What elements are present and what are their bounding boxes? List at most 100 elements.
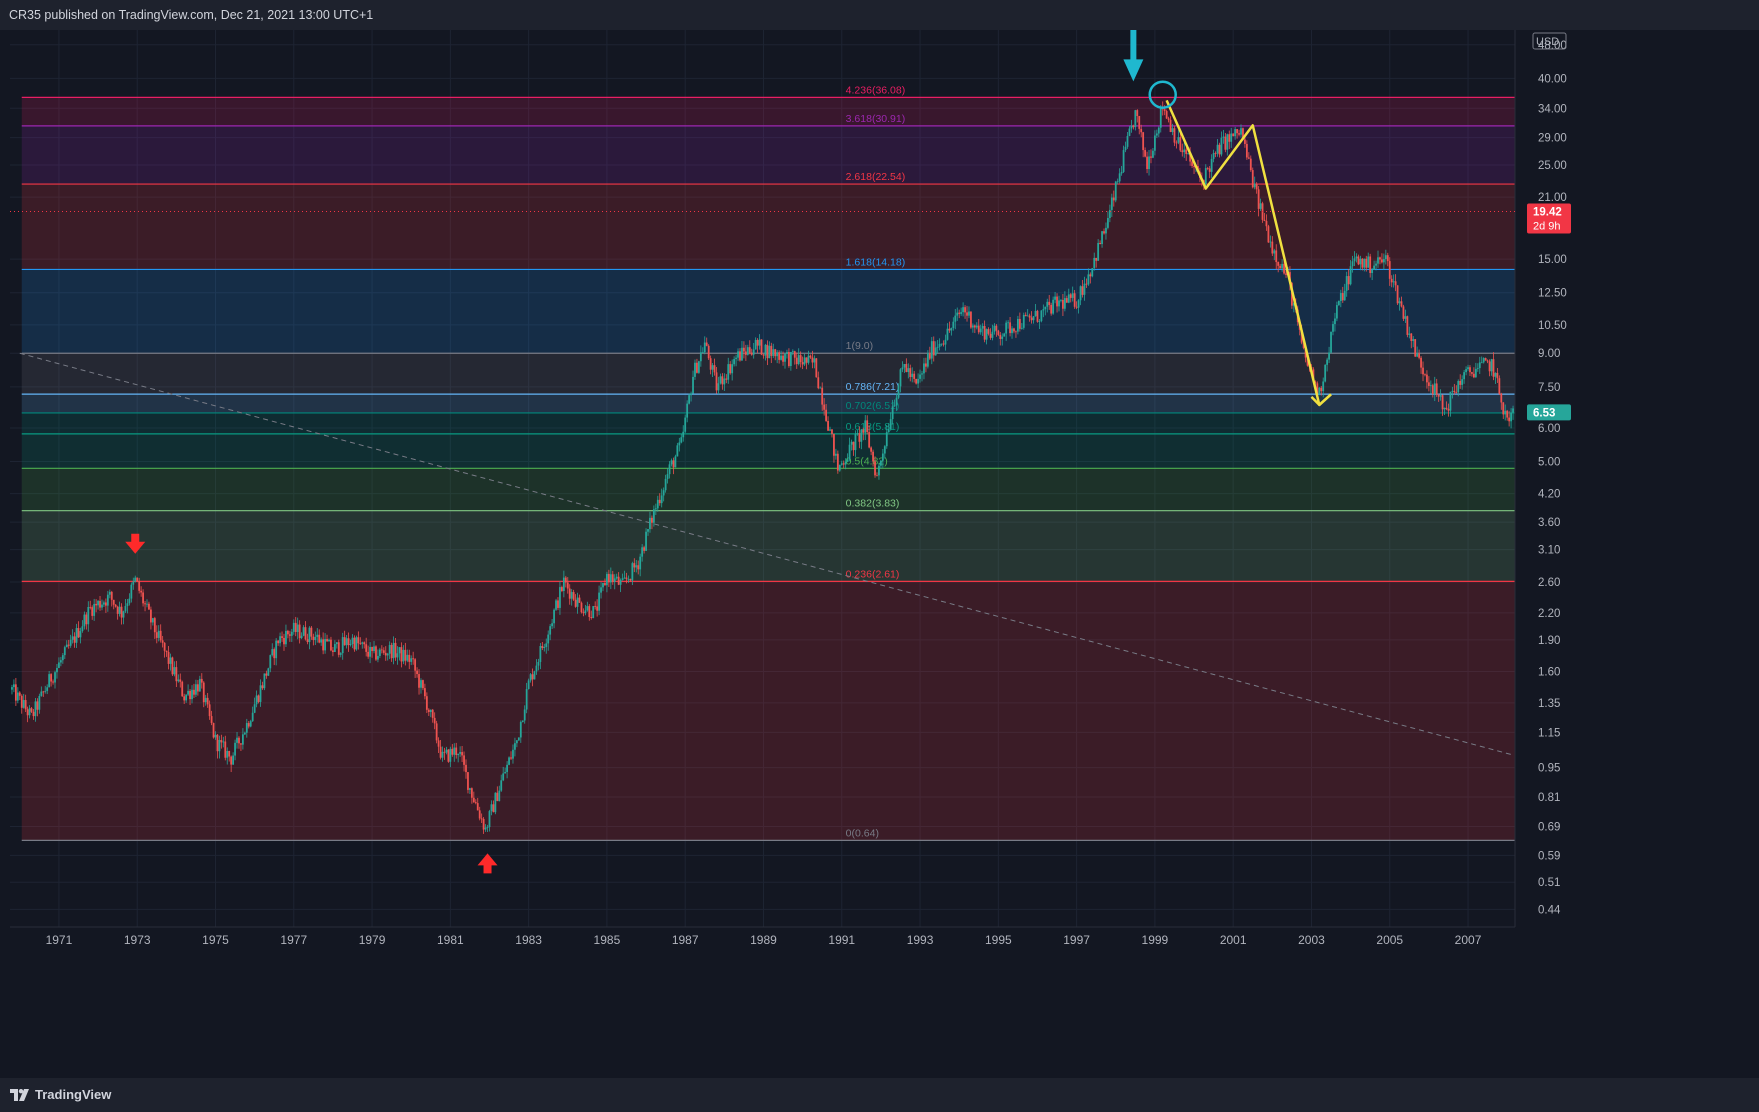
candle-body — [932, 341, 935, 356]
candle-body — [981, 325, 984, 329]
candle-body — [517, 737, 520, 741]
candle-body — [308, 627, 311, 643]
y-tick-label: 2.60 — [1538, 577, 1560, 589]
candle-body — [470, 788, 473, 798]
candle-body — [453, 747, 456, 755]
candle-body — [65, 644, 68, 648]
candle-body — [1271, 241, 1274, 254]
candle-body — [1455, 392, 1458, 393]
candle-body — [1465, 369, 1467, 373]
candle-body — [226, 750, 229, 758]
candle-body — [1083, 283, 1086, 295]
candle-body — [1492, 359, 1495, 377]
candle — [580, 601, 583, 614]
candle-body — [838, 464, 841, 471]
candle-body — [424, 688, 426, 697]
candle-body — [958, 312, 961, 314]
candle-body — [1081, 286, 1084, 295]
candle-body — [1398, 301, 1401, 304]
candle-body — [1244, 139, 1246, 144]
candle-body — [733, 359, 736, 365]
candle-body — [878, 465, 880, 476]
candle-body — [171, 657, 174, 675]
candle-body — [1388, 261, 1391, 279]
candle-body — [148, 603, 150, 610]
candle-body — [1157, 127, 1160, 134]
candlestick-chart[interactable]: 0(0.64)0.236(2.61)0.382(3.83)0.5(4.82)0.… — [10, 30, 1759, 1078]
candle-body — [743, 347, 745, 352]
candle-body — [917, 378, 919, 384]
candle — [1402, 304, 1405, 321]
candle-body — [684, 417, 687, 432]
candle-body — [666, 474, 669, 479]
candle-body — [643, 547, 645, 551]
publish-header: CR35 published on TradingView.com, Dec 2… — [0, 0, 1759, 30]
candle-body — [349, 643, 352, 646]
candle-body — [557, 600, 559, 608]
candle-body — [1349, 266, 1352, 285]
candle-body — [474, 802, 477, 804]
candle-body — [435, 723, 438, 741]
candle-body — [351, 637, 354, 644]
candle — [1261, 201, 1264, 223]
candle — [353, 635, 356, 652]
candle-body — [1355, 256, 1358, 259]
candle-body — [553, 609, 555, 624]
candle-body — [1494, 372, 1497, 377]
candle-body — [179, 679, 182, 682]
candle-body — [267, 668, 270, 676]
candle-body — [1375, 263, 1377, 266]
candle-body — [339, 653, 342, 655]
x-tick-label: 1977 — [280, 933, 307, 947]
tradingview-logo-icon — [10, 1088, 29, 1101]
fib-zone — [21, 433, 1515, 469]
candle-body — [590, 616, 593, 618]
candle-body — [46, 687, 49, 691]
y-tick-label: 12.50 — [1538, 288, 1567, 300]
tradingview-logo[interactable]: TradingView — [10, 1087, 111, 1102]
x-tick-label: 2005 — [1376, 933, 1403, 947]
candle-body — [676, 445, 679, 457]
candle-body — [1130, 125, 1133, 129]
candle-body — [668, 464, 671, 475]
candle-body — [541, 646, 544, 649]
candle-body — [746, 347, 749, 355]
candle-body — [897, 386, 900, 398]
candle-body — [564, 577, 567, 583]
candle-body — [645, 531, 647, 551]
candle-body — [633, 563, 636, 568]
candle-body — [1508, 417, 1511, 422]
candle-body — [1142, 132, 1145, 151]
candle-body — [1416, 353, 1419, 357]
candle — [1330, 331, 1332, 354]
fib-level-label: 2.618(22.54) — [846, 171, 906, 183]
candle-body — [1320, 387, 1323, 392]
candle-body — [825, 409, 828, 421]
candle-body — [191, 689, 193, 700]
candle-body — [292, 622, 295, 632]
candle-body — [353, 637, 356, 650]
candle-body — [183, 696, 186, 701]
candle-body — [1073, 293, 1076, 307]
candle-body — [1441, 395, 1444, 410]
candle-body — [1040, 310, 1043, 322]
candle-body — [283, 637, 285, 645]
y-tick-label: 0.81 — [1538, 792, 1560, 804]
candle-body — [427, 709, 430, 713]
candle-body — [418, 674, 420, 688]
candle-body — [1230, 133, 1233, 142]
candle-body — [1510, 412, 1512, 422]
candle-body — [40, 691, 43, 696]
candle-body — [1077, 300, 1080, 308]
candle-body — [711, 365, 714, 370]
candle-body — [1439, 395, 1442, 397]
candle-body — [535, 665, 538, 672]
y-tick-label: 0.51 — [1538, 877, 1560, 889]
candle-body — [416, 670, 418, 675]
candle-body — [394, 642, 397, 658]
candle — [1232, 133, 1235, 137]
candle-body — [891, 406, 894, 420]
candle-body — [1140, 128, 1143, 133]
chart-area[interactable]: 0(0.64) 0.236(2.61) 0.382(3.83) 0.5(4.82) 0.… — [10, 30, 1759, 1078]
candle-body — [1345, 276, 1348, 291]
